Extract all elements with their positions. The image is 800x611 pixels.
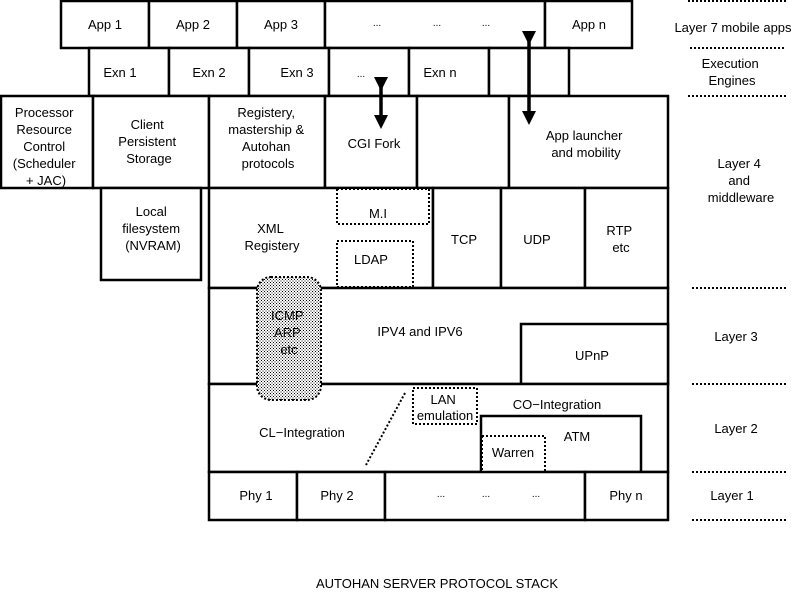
warren-label: Warren xyxy=(492,445,534,460)
cl-integration-label: CL−Integration xyxy=(259,425,345,440)
apps-ellipsis-1: ... xyxy=(373,18,381,29)
app-1-label: App 1 xyxy=(88,17,122,32)
diagram-title: AUTOHAN SERVER PROTOCOL STACK xyxy=(316,576,558,591)
apps-row: App 1 App 2 App 3 ... ... ... App n xyxy=(59,0,634,50)
udp-label: UDP xyxy=(523,232,550,247)
transport-row: XML Registery M.I LDAP TCP UDP RTP etc xyxy=(207,186,670,290)
tcp-label: TCP xyxy=(451,232,477,247)
mi-label: M.I xyxy=(369,206,387,221)
co-integration-label: CO−Integration xyxy=(513,397,602,412)
app-n-label: App n xyxy=(572,17,606,32)
execution-engines-label: Execution Engines xyxy=(702,56,763,88)
exn-2-label: Exn 2 xyxy=(192,65,225,80)
layer-3-label: Layer 3 xyxy=(714,329,757,344)
physical-row: Phy 1 Phy 2 ... ... ... Phy n xyxy=(207,470,670,522)
phy-1-label: Phy 1 xyxy=(239,488,272,503)
apps-ellipsis-3: ... xyxy=(482,18,490,29)
apps-ellipsis-2: ... xyxy=(433,18,441,29)
exn-3-label: Exn 3 xyxy=(280,65,313,80)
rtp-box xyxy=(583,186,670,290)
ldap-label: LDAP xyxy=(354,252,388,267)
middleware-blank-box xyxy=(415,94,511,190)
layer-2-label: Layer 2 xyxy=(714,421,757,436)
app-2-label: App 2 xyxy=(176,17,210,32)
layer-labels: Layer 7 mobile apps Execution Engines La… xyxy=(674,0,792,521)
engines-row: Exn 1 Exn 2 Exn 3 ... Exn n xyxy=(87,46,571,98)
phy-2-label: Phy 2 xyxy=(320,488,353,503)
phy-n-label: Phy n xyxy=(609,488,642,503)
atm-label: ATM xyxy=(564,429,590,444)
layer-1-label: Layer 1 xyxy=(710,488,753,503)
middleware-top-row: Processor Resource Control (Scheduler + … xyxy=(0,94,670,190)
protocol-stack-diagram: App 1 App 2 App 3 ... ... ... App n Exn … xyxy=(0,0,792,591)
layer-4-label: Layer 4 and middleware xyxy=(708,156,774,205)
phy-ellipsis-2: ... xyxy=(482,489,490,500)
exn-1-label: Exn 1 xyxy=(103,65,136,80)
exn-ellipsis-box xyxy=(327,46,411,98)
exn-ellipsis: ... xyxy=(357,69,365,80)
exn-n-label: Exn n xyxy=(423,65,456,80)
layer-7-label: Layer 7 mobile apps xyxy=(674,20,792,35)
phy-ellipsis-1: ... xyxy=(437,489,445,500)
upnp-label: UPnP xyxy=(575,348,609,363)
app-3-label: App 3 xyxy=(264,17,298,32)
ip-label: IPV4 and IPV6 xyxy=(377,324,462,339)
phy-ellipsis-3: ... xyxy=(532,489,540,500)
cgi-fork-label: CGI Fork xyxy=(348,136,401,151)
